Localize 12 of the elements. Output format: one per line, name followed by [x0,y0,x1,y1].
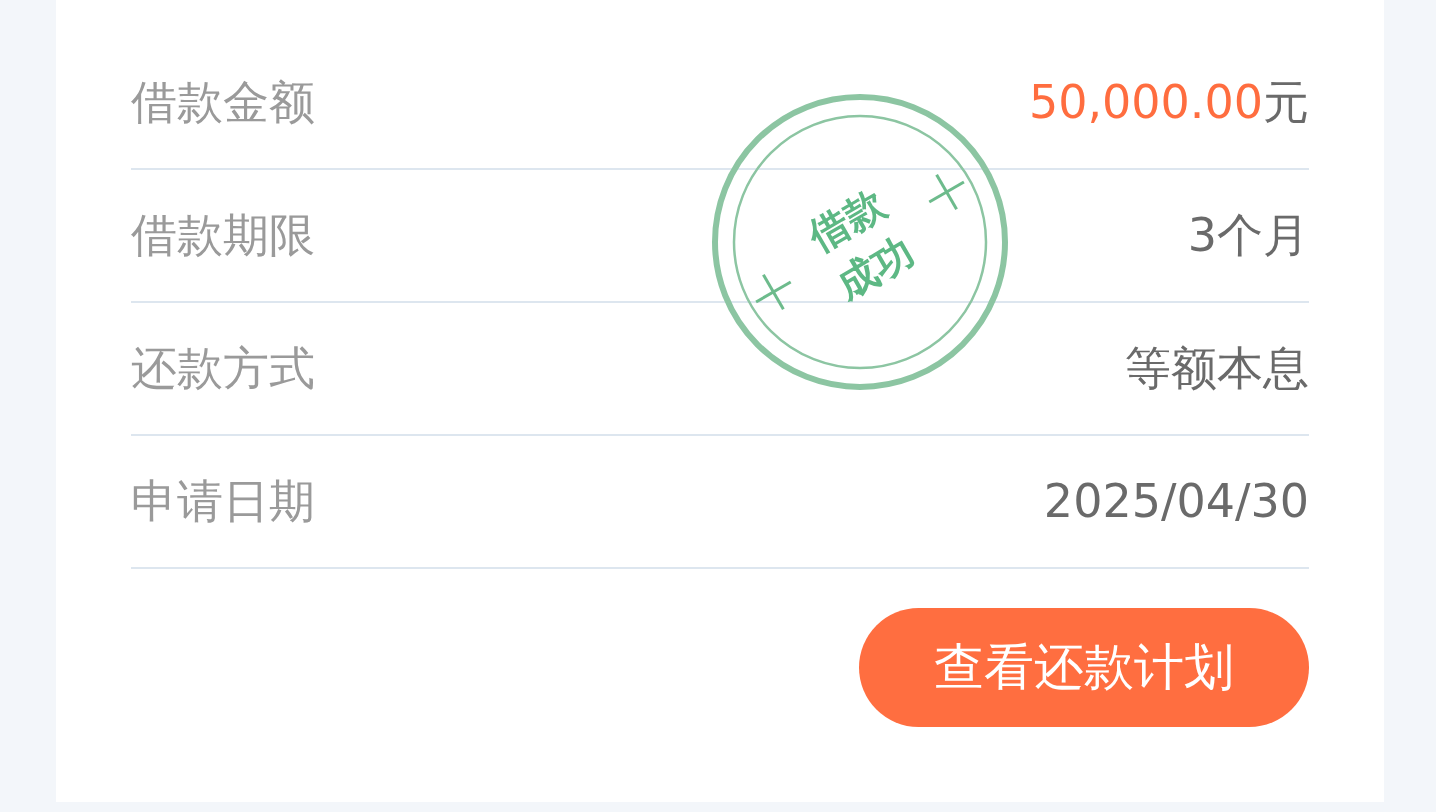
field-value: 2025/04/30 [1043,473,1309,530]
field-value: 等额本息 [1125,340,1309,397]
amount-value: 50,000.00 [1028,74,1263,131]
field-label: 借款期限 [131,207,315,264]
unit-text: 元 [1263,74,1309,131]
field-value: 3个月 [1187,207,1309,264]
cross-icon [755,273,792,311]
field-label: 申请日期 [131,473,315,530]
field-label: 借款金额 [131,74,315,131]
repayment-plan-button[interactable]: 查看还款计划 [859,608,1309,727]
cross-icon [928,173,965,211]
field-label: 还款方式 [131,340,315,397]
